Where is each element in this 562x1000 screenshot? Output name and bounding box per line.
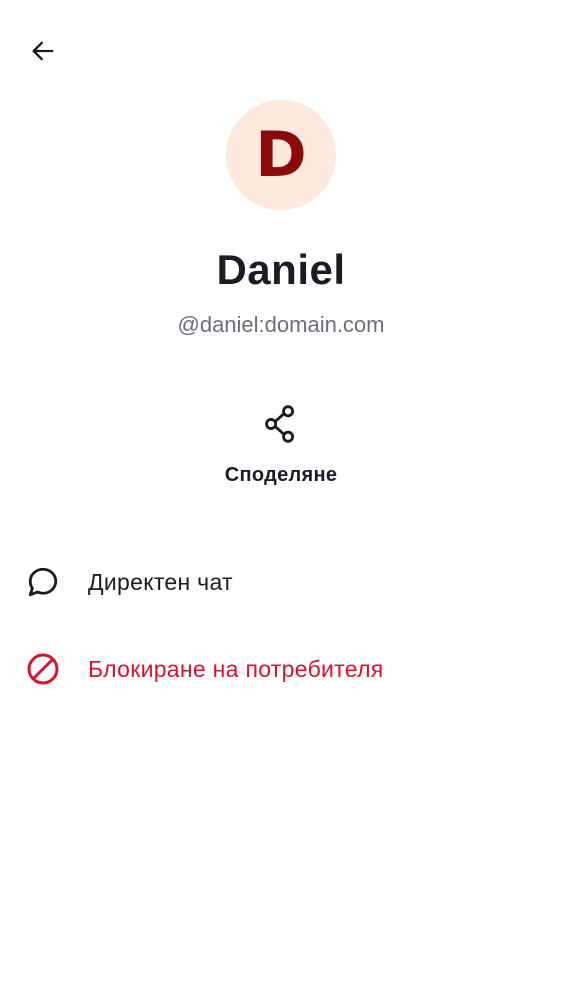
- chat-bubble-icon: [25, 564, 61, 600]
- user-id: @daniel:domain.com: [177, 312, 385, 337]
- back-button[interactable]: [20, 28, 66, 74]
- avatar: D: [226, 100, 336, 210]
- direct-chat-item[interactable]: Директен чат: [0, 552, 562, 612]
- share-label: Споделяне: [224, 464, 338, 486]
- share-button[interactable]: Споделяне: [206, 398, 356, 498]
- arrow-left-icon: [32, 41, 54, 61]
- direct-chat-label: Директен чат: [88, 568, 233, 595]
- display-name: Daniel: [216, 246, 346, 293]
- block-user-item[interactable]: Блокиране на потребителя: [0, 639, 562, 699]
- share-icon: [265, 405, 295, 443]
- block-user-label: Блокиране на потребителя: [88, 655, 384, 682]
- avatar-initial: D: [255, 118, 307, 191]
- block-icon: [25, 651, 61, 687]
